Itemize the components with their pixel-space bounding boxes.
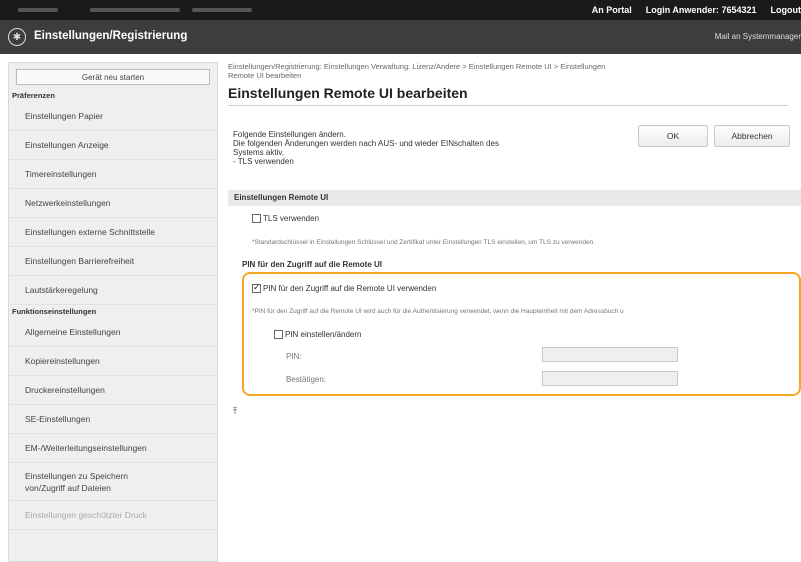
sidebar-item-storage-line1: Einstellungen zu Speichern [25,470,129,481]
blurred-text [90,8,180,12]
breadcrumb-line1: Einstellungen/Registrierung: Einstellung… [228,62,606,71]
intro-line: Folgende Einstellungen ändern. [233,130,346,139]
page-title: Einstellungen Remote UI bearbeiten [228,85,788,106]
pin-use-row: PIN für den Zugriff auf die Remote UI ve… [252,282,437,294]
intro-line: - TLS verwenden [233,157,294,166]
cancel-button[interactable]: Abbrechen [714,125,790,147]
app-title: Einstellungen/Registrierung [34,30,188,42]
confirm-pin-input[interactable] [542,371,678,386]
settings-logo-icon: ✱ [8,28,26,46]
login-label: Login Anwender: [645,5,719,15]
sidebar-item-receive-forward[interactable]: EM-/Weiterleitungseinstellungen [9,434,217,463]
sidebar-item-accessibility[interactable]: Einstellungen Barrierefreiheit [9,247,217,276]
main-content: Einstellungen/Registrierung: Einstellung… [228,62,801,562]
sidebar-section-preferences: Präferenzen [12,91,55,100]
app-header: ✱ Einstellungen/Registrierung Mail an Sy… [0,20,801,54]
intro-line: Die folgenden Änderungen werden nach AUS… [233,139,499,148]
tls-checkbox[interactable] [252,214,261,224]
sidebar-item-display[interactable]: Einstellungen Anzeige [9,131,217,160]
confirm-field-label: Bestätigen: [286,375,327,384]
pin-set-label: PIN einstellen/ändern [285,330,362,339]
back-to-top-icon[interactable]: ⤒ [233,406,237,417]
tls-row: TLS verwenden [252,214,320,224]
pin-input[interactable] [542,347,678,362]
pin-set-row: PIN einstellen/ändern [274,330,362,340]
blurred-text [18,8,58,12]
pin-use-label: PIN für den Zugriff auf die Remote UI ve… [263,284,437,293]
sidebar-item-network[interactable]: Netzwerkeinstellungen [9,189,217,218]
portal-link[interactable]: An Portal [592,5,632,15]
sidebar-item-copy[interactable]: Kopiereinstellungen [9,347,217,376]
tls-note: *Standardschlüssel in Einstellungen Schl… [252,239,596,246]
sidebar-item-storage-line2: von/Zugriff auf Dateien [25,482,111,493]
sidebar-item-general[interactable]: Allgemeine Einstellungen [9,318,217,347]
sidebar-item-external-interface[interactable]: Einstellungen externe Schnittstelle [9,218,217,247]
top-links: An Portal Login Anwender: 7654321 Logout [592,0,801,20]
sidebar-item-secure-print[interactable]: Einstellungen geschützter Druck [9,501,217,530]
sidebar: Gerät neu starten Präferenzen Einstellun… [8,62,218,562]
logout-link[interactable]: Logout [771,5,801,15]
intro-text: Folgende Einstellungen ändern. Die folge… [233,130,613,166]
breadcrumb-line2: Remote UI bearbeiten [228,71,302,80]
section-header-remote-ui: Einstellungen Remote UI [228,190,801,206]
sidebar-item-volume[interactable]: Lautstärkeregelung [9,276,217,305]
ok-button[interactable]: OK [638,125,708,147]
mail-system-manager-link[interactable]: Mail an Systemmanager [715,32,801,41]
sidebar-item-send[interactable]: SE-Einstellungen [9,405,217,434]
breadcrumb: Einstellungen/Registrierung: Einstellung… [228,62,788,80]
intro-line: Systems aktiv. [233,148,284,157]
sidebar-section-function-settings: Funktionseinstellungen [12,307,97,316]
sidebar-item-storage-access[interactable]: Einstellungen zu Speichern von/Zugriff a… [9,463,217,501]
restart-device-button[interactable]: Gerät neu starten [16,69,210,85]
pin-field-label: PIN: [286,352,302,361]
pin-section-header: PIN für den Zugriff auf die Remote UI [242,260,383,269]
sidebar-item-paper[interactable]: Einstellungen Papier [9,102,217,131]
sidebar-item-timer[interactable]: Timereinstellungen [9,160,217,189]
pin-set-checkbox[interactable] [274,330,283,340]
blurred-text [192,8,252,12]
top-bar: An Portal Login Anwender: 7654321 Logout [0,0,801,20]
login-id: 7654321 [721,5,757,15]
pin-use-checkbox[interactable] [252,282,261,294]
sidebar-item-printer[interactable]: Druckereinstellungen [9,376,217,405]
pin-note: *PIN für den Zugriff auf die Remote UI w… [252,308,624,315]
login-user: Login Anwender: 7654321 [646,5,757,15]
tls-label: TLS verwenden [263,214,320,223]
